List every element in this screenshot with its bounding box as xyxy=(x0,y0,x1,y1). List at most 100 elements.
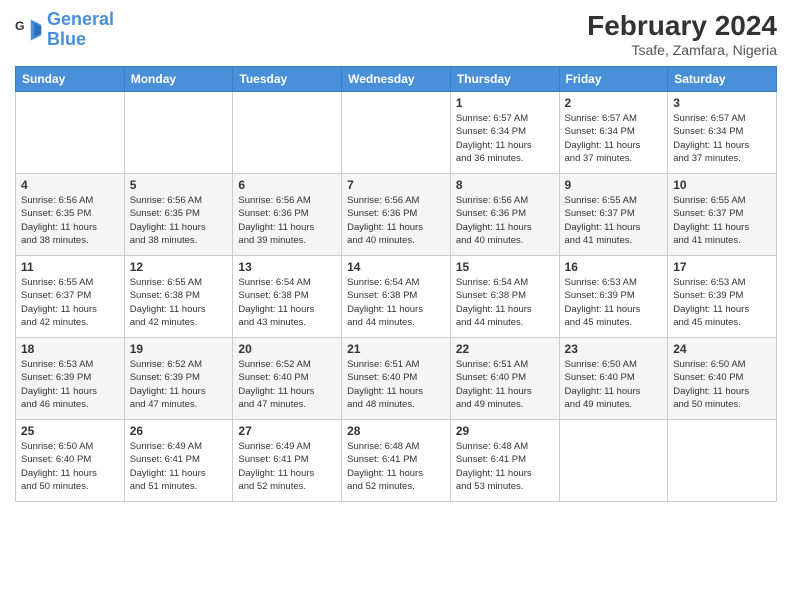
day-info: Sunrise: 6:55 AM Sunset: 6:37 PM Dayligh… xyxy=(21,276,119,329)
day-info: Sunrise: 6:51 AM Sunset: 6:40 PM Dayligh… xyxy=(456,358,554,411)
weekday-header-tuesday: Tuesday xyxy=(233,67,342,92)
calendar-cell: 8Sunrise: 6:56 AM Sunset: 6:36 PM Daylig… xyxy=(450,174,559,256)
day-number: 5 xyxy=(130,178,228,192)
page-container: G General Blue February 2024 Tsafe, Zamf… xyxy=(0,0,792,612)
month-year-title: February 2024 xyxy=(587,10,777,42)
day-number: 15 xyxy=(456,260,554,274)
weekday-header-friday: Friday xyxy=(559,67,668,92)
day-info: Sunrise: 6:49 AM Sunset: 6:41 PM Dayligh… xyxy=(130,440,228,493)
day-info: Sunrise: 6:56 AM Sunset: 6:36 PM Dayligh… xyxy=(238,194,336,247)
day-number: 14 xyxy=(347,260,445,274)
day-number: 13 xyxy=(238,260,336,274)
calendar-cell: 18 Sunrise: 6:53 AM Sunset: 6:39 PM Dayli… xyxy=(16,338,125,420)
calendar-cell: 12 Sunrise: 6:55 AM Sunset: 6:38 PM Dayli… xyxy=(124,256,233,338)
calendar-cell: 11Sunrise: 6:55 AM Sunset: 6:37 PM Dayli… xyxy=(16,256,125,338)
day-number: 6 xyxy=(238,178,336,192)
calendar-cell: 6 Sunrise: 6:56 AM Sunset: 6:36 PM Daylig… xyxy=(233,174,342,256)
day-number: 21 xyxy=(347,342,445,356)
logo-line1: General xyxy=(47,9,114,29)
logo-line2: Blue xyxy=(47,30,114,50)
calendar-cell: 29 Sunrise: 6:48 AM Sunset: 6:41 PM Dayli… xyxy=(450,420,559,502)
day-number: 9 xyxy=(565,178,663,192)
weekday-header-saturday: Saturday xyxy=(668,67,777,92)
location-subtitle: Tsafe, Zamfara, Nigeria xyxy=(587,42,777,58)
calendar-cell: 14 Sunrise: 6:54 AM Sunset: 6:38 PM Dayli… xyxy=(342,256,451,338)
day-number: 24 xyxy=(673,342,771,356)
calendar-cell: 3Sunrise: 6:57 AM Sunset: 6:34 PM Daylig… xyxy=(668,92,777,174)
logo-text: General Blue xyxy=(47,10,114,50)
calendar-week-3: 11Sunrise: 6:55 AM Sunset: 6:37 PM Dayli… xyxy=(16,256,777,338)
calendar-cell: 4 Sunrise: 6:56 AM Sunset: 6:35 PM Daylig… xyxy=(16,174,125,256)
header: G General Blue February 2024 Tsafe, Zamf… xyxy=(15,10,777,58)
day-info: Sunrise: 6:54 AM Sunset: 6:38 PM Dayligh… xyxy=(238,276,336,329)
day-info: Sunrise: 6:53 AM Sunset: 6:39 PM Dayligh… xyxy=(21,358,119,411)
calendar-cell: 16 Sunrise: 6:53 AM Sunset: 6:39 PM Dayli… xyxy=(559,256,668,338)
day-info: Sunrise: 6:50 AM Sunset: 6:40 PM Dayligh… xyxy=(673,358,771,411)
calendar-cell: 28Sunrise: 6:48 AM Sunset: 6:41 PM Dayli… xyxy=(342,420,451,502)
day-number: 29 xyxy=(456,424,554,438)
calendar-cell: 5 Sunrise: 6:56 AM Sunset: 6:35 PM Daylig… xyxy=(124,174,233,256)
day-number: 23 xyxy=(565,342,663,356)
day-number: 10 xyxy=(673,178,771,192)
calendar-cell xyxy=(559,420,668,502)
day-info: Sunrise: 6:50 AM Sunset: 6:40 PM Dayligh… xyxy=(565,358,663,411)
day-info: Sunrise: 6:52 AM Sunset: 6:40 PM Dayligh… xyxy=(238,358,336,411)
calendar-cell xyxy=(16,92,125,174)
day-number: 16 xyxy=(565,260,663,274)
day-info: Sunrise: 6:54 AM Sunset: 6:38 PM Dayligh… xyxy=(456,276,554,329)
day-number: 2 xyxy=(565,96,663,110)
logo: G General Blue xyxy=(15,10,114,50)
day-number: 4 xyxy=(21,178,119,192)
calendar-cell: 15 Sunrise: 6:54 AM Sunset: 6:38 PM Dayli… xyxy=(450,256,559,338)
day-info: Sunrise: 6:48 AM Sunset: 6:41 PM Dayligh… xyxy=(347,440,445,493)
day-info: Sunrise: 6:48 AM Sunset: 6:41 PM Dayligh… xyxy=(456,440,554,493)
weekday-header-thursday: Thursday xyxy=(450,67,559,92)
day-info: Sunrise: 6:57 AM Sunset: 6:34 PM Dayligh… xyxy=(456,112,554,165)
calendar-cell: 23 Sunrise: 6:50 AM Sunset: 6:40 PM Dayli… xyxy=(559,338,668,420)
day-info: Sunrise: 6:56 AM Sunset: 6:36 PM Dayligh… xyxy=(347,194,445,247)
day-number: 25 xyxy=(21,424,119,438)
calendar-cell xyxy=(233,92,342,174)
day-info: Sunrise: 6:49 AM Sunset: 6:41 PM Dayligh… xyxy=(238,440,336,493)
calendar-week-4: 18 Sunrise: 6:53 AM Sunset: 6:39 PM Dayli… xyxy=(16,338,777,420)
day-number: 12 xyxy=(130,260,228,274)
day-info: Sunrise: 6:53 AM Sunset: 6:39 PM Dayligh… xyxy=(673,276,771,329)
day-number: 27 xyxy=(238,424,336,438)
day-info: Sunrise: 6:54 AM Sunset: 6:38 PM Dayligh… xyxy=(347,276,445,329)
calendar-cell: 26Sunrise: 6:49 AM Sunset: 6:41 PM Dayli… xyxy=(124,420,233,502)
calendar-cell: 27 Sunrise: 6:49 AM Sunset: 6:41 PM Dayli… xyxy=(233,420,342,502)
calendar-week-2: 4 Sunrise: 6:56 AM Sunset: 6:35 PM Daylig… xyxy=(16,174,777,256)
weekday-header-wednesday: Wednesday xyxy=(342,67,451,92)
day-number: 18 xyxy=(21,342,119,356)
calendar-cell: 13 Sunrise: 6:54 AM Sunset: 6:38 PM Dayli… xyxy=(233,256,342,338)
day-number: 20 xyxy=(238,342,336,356)
day-info: Sunrise: 6:55 AM Sunset: 6:37 PM Dayligh… xyxy=(565,194,663,247)
day-info: Sunrise: 6:56 AM Sunset: 6:36 PM Dayligh… xyxy=(456,194,554,247)
day-info: Sunrise: 6:53 AM Sunset: 6:39 PM Dayligh… xyxy=(565,276,663,329)
title-block: February 2024 Tsafe, Zamfara, Nigeria xyxy=(587,10,777,58)
calendar-header-row: SundayMondayTuesdayWednesdayThursdayFrid… xyxy=(16,67,777,92)
day-number: 19 xyxy=(130,342,228,356)
day-info: Sunrise: 6:55 AM Sunset: 6:38 PM Dayligh… xyxy=(130,276,228,329)
calendar-cell: 25Sunrise: 6:50 AM Sunset: 6:40 PM Dayli… xyxy=(16,420,125,502)
calendar-cell: 21 Sunrise: 6:51 AM Sunset: 6:40 PM Dayli… xyxy=(342,338,451,420)
calendar-cell xyxy=(668,420,777,502)
day-number: 7 xyxy=(347,178,445,192)
calendar-cell: 10Sunrise: 6:55 AM Sunset: 6:37 PM Dayli… xyxy=(668,174,777,256)
calendar-week-5: 25Sunrise: 6:50 AM Sunset: 6:40 PM Dayli… xyxy=(16,420,777,502)
day-info: Sunrise: 6:57 AM Sunset: 6:34 PM Dayligh… xyxy=(565,112,663,165)
calendar-cell xyxy=(342,92,451,174)
day-info: Sunrise: 6:56 AM Sunset: 6:35 PM Dayligh… xyxy=(21,194,119,247)
calendar-table: SundayMondayTuesdayWednesdayThursdayFrid… xyxy=(15,66,777,502)
calendar-cell: 17Sunrise: 6:53 AM Sunset: 6:39 PM Dayli… xyxy=(668,256,777,338)
calendar-cell: 9 Sunrise: 6:55 AM Sunset: 6:37 PM Daylig… xyxy=(559,174,668,256)
day-info: Sunrise: 6:51 AM Sunset: 6:40 PM Dayligh… xyxy=(347,358,445,411)
calendar-cell xyxy=(124,92,233,174)
day-number: 22 xyxy=(456,342,554,356)
day-number: 3 xyxy=(673,96,771,110)
day-info: Sunrise: 6:56 AM Sunset: 6:35 PM Dayligh… xyxy=(130,194,228,247)
logo-icon: G xyxy=(15,16,43,44)
calendar-cell: 20 Sunrise: 6:52 AM Sunset: 6:40 PM Dayli… xyxy=(233,338,342,420)
calendar-cell: 19Sunrise: 6:52 AM Sunset: 6:39 PM Dayli… xyxy=(124,338,233,420)
weekday-header-sunday: Sunday xyxy=(16,67,125,92)
